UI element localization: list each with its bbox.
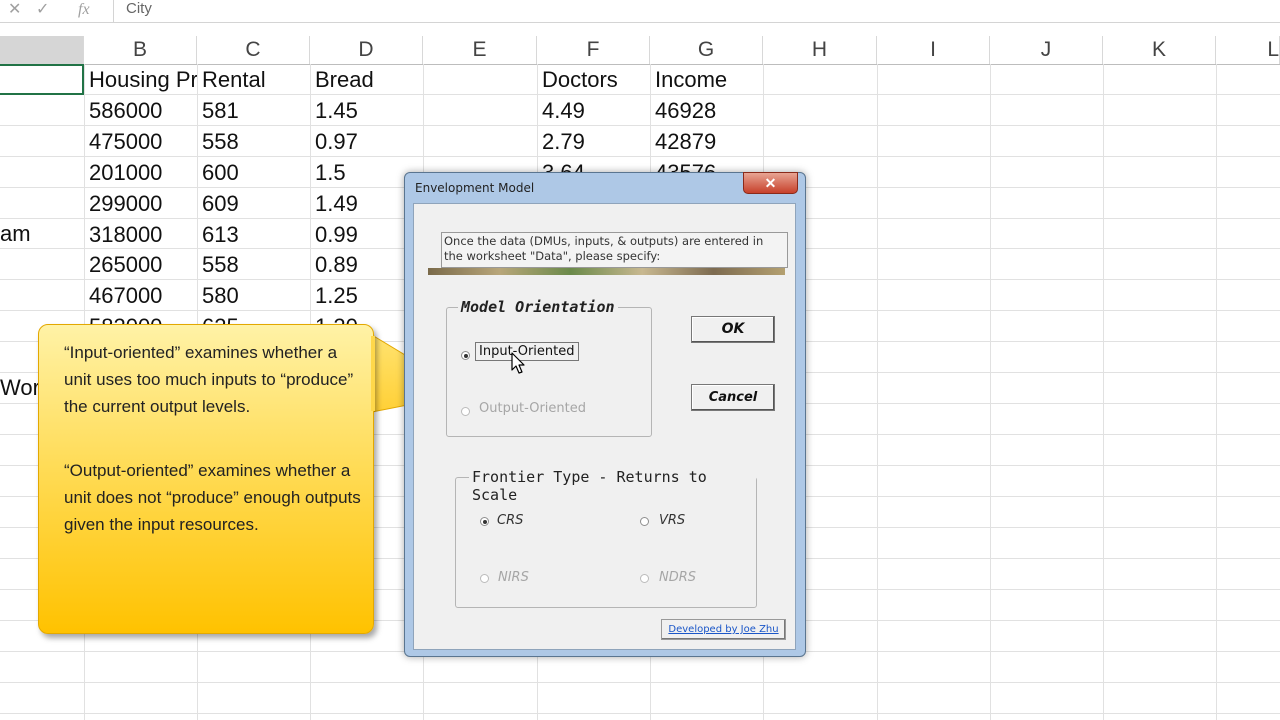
cell-c6[interactable]: 613 (197, 219, 310, 249)
frontier-type-group: Frontier Type - Returns to Scale CRS VRS… (455, 468, 757, 608)
ndrs-radio[interactable] (640, 574, 649, 583)
column-header-e[interactable]: E (423, 36, 537, 64)
cell-c8[interactable]: 580 (197, 280, 310, 310)
model-orientation-group: Model Orientation Input-Oriented Output-… (446, 298, 652, 437)
output-oriented-radio[interactable] (461, 407, 470, 416)
vrs-label[interactable]: VRS (659, 513, 685, 528)
vrs-radio[interactable] (640, 517, 649, 526)
developer-credit-button[interactable]: Developed by Joe Zhu (661, 619, 786, 640)
formula-bar-input[interactable]: City (113, 0, 152, 22)
crs-radio[interactable] (480, 517, 489, 526)
column-header-row: B C D E F G H I J K L (0, 36, 1280, 65)
input-oriented-radio[interactable] (461, 351, 470, 360)
cell-b3[interactable]: 475000 (84, 126, 197, 156)
crs-label[interactable]: CRS (497, 513, 523, 528)
dialog-body: Once the data (DMUs, inputs, & outputs) … (413, 203, 796, 650)
output-oriented-label[interactable]: Output-Oriented (479, 401, 586, 416)
ndrs-label[interactable]: NDRS (659, 570, 696, 585)
column-header-k[interactable]: K (1103, 36, 1216, 64)
cell-c1[interactable]: Rental (197, 64, 310, 94)
callout-output-oriented-text: “Output-oriented” examines whether a uni… (64, 461, 361, 534)
cell-b6[interactable]: 318000 (84, 219, 197, 249)
column-header-h[interactable]: H (763, 36, 877, 64)
column-header-c[interactable]: C (197, 36, 310, 64)
cell-c3[interactable]: 558 (197, 126, 310, 156)
cell-b4[interactable]: 201000 (84, 157, 197, 187)
instructions-box: Once the data (DMUs, inputs, & outputs) … (441, 232, 788, 268)
cell-b7[interactable]: 265000 (84, 249, 197, 279)
cell-f3[interactable]: 2.79 (537, 126, 650, 156)
frontier-type-label: Frontier Type - Returns to Scale (469, 468, 756, 504)
cell-b5[interactable]: 299000 (84, 188, 197, 218)
cancel-button[interactable]: Cancel (691, 384, 775, 411)
cell-f1[interactable]: Doctors (537, 64, 650, 94)
cell-d1[interactable]: Bread (310, 64, 423, 94)
cell-c4[interactable]: 600 (197, 157, 310, 187)
cell-g2[interactable]: 46928 (650, 95, 763, 125)
envelopment-model-dialog: Envelopment Model ✕ Once the data (DMUs,… (404, 172, 806, 657)
column-header-d[interactable]: D (310, 36, 423, 64)
confirm-entry-icon[interactable]: ✓ (36, 0, 49, 22)
column-header-l[interactable]: L (1216, 36, 1280, 64)
cell-g1[interactable]: Income (650, 64, 763, 94)
column-header-a[interactable] (0, 36, 84, 64)
decorative-image-strip (428, 268, 785, 275)
cell-c2[interactable]: 581 (197, 95, 310, 125)
instructions-text: Once the data (DMUs, inputs, & outputs) … (444, 234, 764, 263)
column-header-f[interactable]: F (537, 36, 650, 64)
column-header-j[interactable]: J (990, 36, 1103, 64)
close-button[interactable]: ✕ (743, 172, 798, 194)
nirs-label[interactable]: NIRS (498, 570, 529, 585)
cell-c7[interactable]: 558 (197, 249, 310, 279)
cell-f2[interactable]: 4.49 (537, 95, 650, 125)
cell-b8[interactable]: 467000 (84, 280, 197, 310)
model-orientation-label: Model Orientation (458, 298, 618, 316)
nirs-radio[interactable] (480, 574, 489, 583)
cell-b1[interactable]: Housing Pr (84, 64, 197, 94)
callout-input-oriented-text: “Input-oriented” examines whether a unit… (64, 343, 354, 416)
cell-g3[interactable]: 42879 (650, 126, 763, 156)
formula-bar: ✕ ✓ fx City (0, 0, 1280, 23)
callout-tail-joint (371, 336, 375, 411)
column-header-i[interactable]: I (877, 36, 990, 64)
column-header-b[interactable]: B (84, 36, 197, 64)
cancel-entry-icon[interactable]: ✕ (8, 0, 21, 22)
mouse-pointer-icon (511, 352, 525, 374)
cell-c5[interactable]: 609 (197, 188, 310, 218)
column-header-g[interactable]: G (650, 36, 763, 64)
explanation-callout: “Input-oriented” examines whether a unit… (38, 324, 374, 634)
active-cell-selection (0, 64, 84, 95)
ok-button[interactable]: OK (691, 316, 775, 343)
cell-d3[interactable]: 0.97 (310, 126, 423, 156)
cell-d2[interactable]: 1.45 (310, 95, 423, 125)
dialog-title: Envelopment Model (415, 181, 535, 195)
cell-a6[interactable]: am (0, 218, 84, 248)
cell-b2[interactable]: 586000 (84, 95, 197, 125)
insert-function-icon[interactable]: fx (78, 0, 90, 22)
